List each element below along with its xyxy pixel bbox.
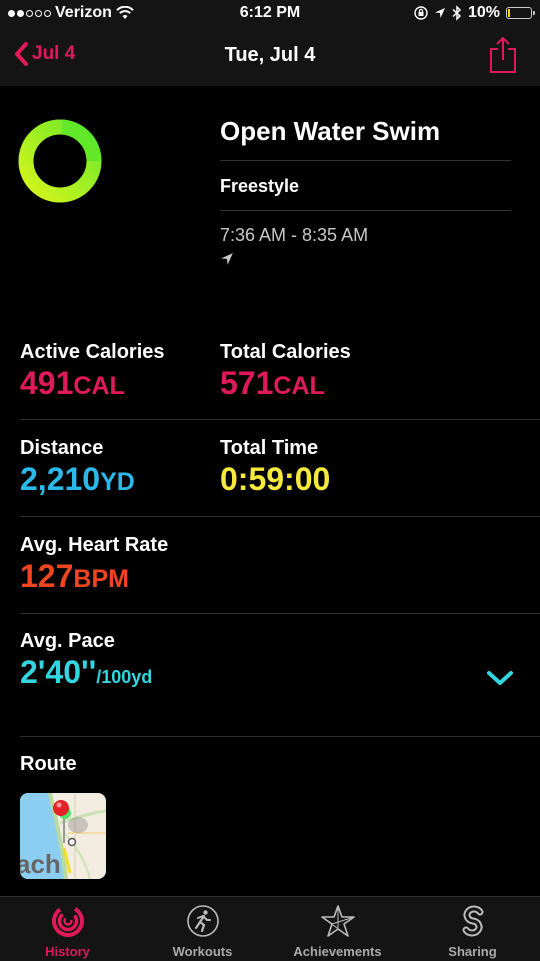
divider [20, 516, 540, 517]
workouts-icon [186, 905, 219, 937]
location-icon [434, 8, 445, 18]
metric-value: 571CAL [220, 365, 325, 401]
metric-value: 0:59:00 [220, 461, 331, 497]
metric-avg-pace: Avg. Pace 2'40''/100yd [20, 630, 152, 691]
metric-total-time: Total Time 0:59:00 [220, 437, 330, 498]
status-bar: Verizon 6:12 PM 10% [0, 0, 540, 28]
activity-ring [18, 119, 102, 203]
route-map-thumbnail[interactable]: ach [20, 793, 106, 879]
metric-label: Active Calories [20, 341, 165, 363]
history-icon [51, 905, 84, 937]
tab-label: Workouts [172, 944, 233, 959]
metric-value: 2,210YD [20, 461, 135, 497]
divider [20, 736, 540, 737]
tab-workouts[interactable]: Workouts [135, 897, 270, 961]
metric-distance: Distance 2,210YD [20, 437, 135, 498]
tab-sharing[interactable]: Sharing [405, 897, 540, 961]
tab-label: Achievements [293, 944, 382, 959]
status-right: 10% [414, 4, 535, 22]
metric-active-calories: Active Calories 491CAL [20, 341, 165, 402]
orientation-lock-icon [414, 6, 428, 20]
route-label: Route [20, 753, 77, 775]
metric-label: Total Time [220, 437, 319, 459]
metric-value: 491CAL [20, 365, 125, 401]
workout-time-range: 7:36 AM - 8:35 AM [220, 225, 369, 245]
tab-label: History [45, 944, 90, 959]
map-image: ach [20, 793, 106, 879]
metric-total-calories: Total Calories 571CAL [220, 341, 351, 402]
metric-label: Avg. Pace [20, 630, 115, 652]
metric-label: Total Calories [220, 341, 351, 363]
page-title: Tue, Jul 4 [224, 44, 316, 66]
metric-label: Distance [20, 437, 104, 459]
divider [220, 160, 511, 161]
tab-achievements[interactable]: Achievements [270, 897, 405, 961]
divider [220, 210, 511, 211]
location-arrow-icon [221, 253, 233, 265]
svg-text:ach: ach [20, 849, 61, 879]
workout-stroke: Freestyle [220, 176, 300, 196]
share-icon [490, 36, 516, 73]
battery-icon [506, 7, 535, 19]
workout-title: Open Water Swim [220, 116, 441, 146]
divider [20, 613, 540, 614]
battery-percent: 10% [467, 4, 500, 21]
navigation-bar: Jul 4 Tue, Jul 4 [0, 28, 540, 86]
metric-value: 2'40''/100yd [20, 654, 153, 690]
metric-value: 127BPM [20, 558, 129, 594]
metric-label: Avg. Heart Rate [20, 534, 169, 556]
metric-avg-heart-rate: Avg. Heart Rate 127BPM [20, 534, 168, 595]
share-button[interactable] [488, 36, 518, 79]
achievements-icon [320, 905, 355, 937]
tab-bar: History Workouts Achievements Sharing [0, 896, 540, 961]
sharing-icon [462, 905, 483, 937]
expand-splits-button[interactable] [485, 668, 515, 693]
tab-label: Sharing [448, 944, 497, 959]
tab-history[interactable]: History [0, 897, 135, 961]
chevron-down-icon [487, 671, 513, 685]
divider [20, 419, 540, 420]
bluetooth-icon [452, 5, 462, 21]
